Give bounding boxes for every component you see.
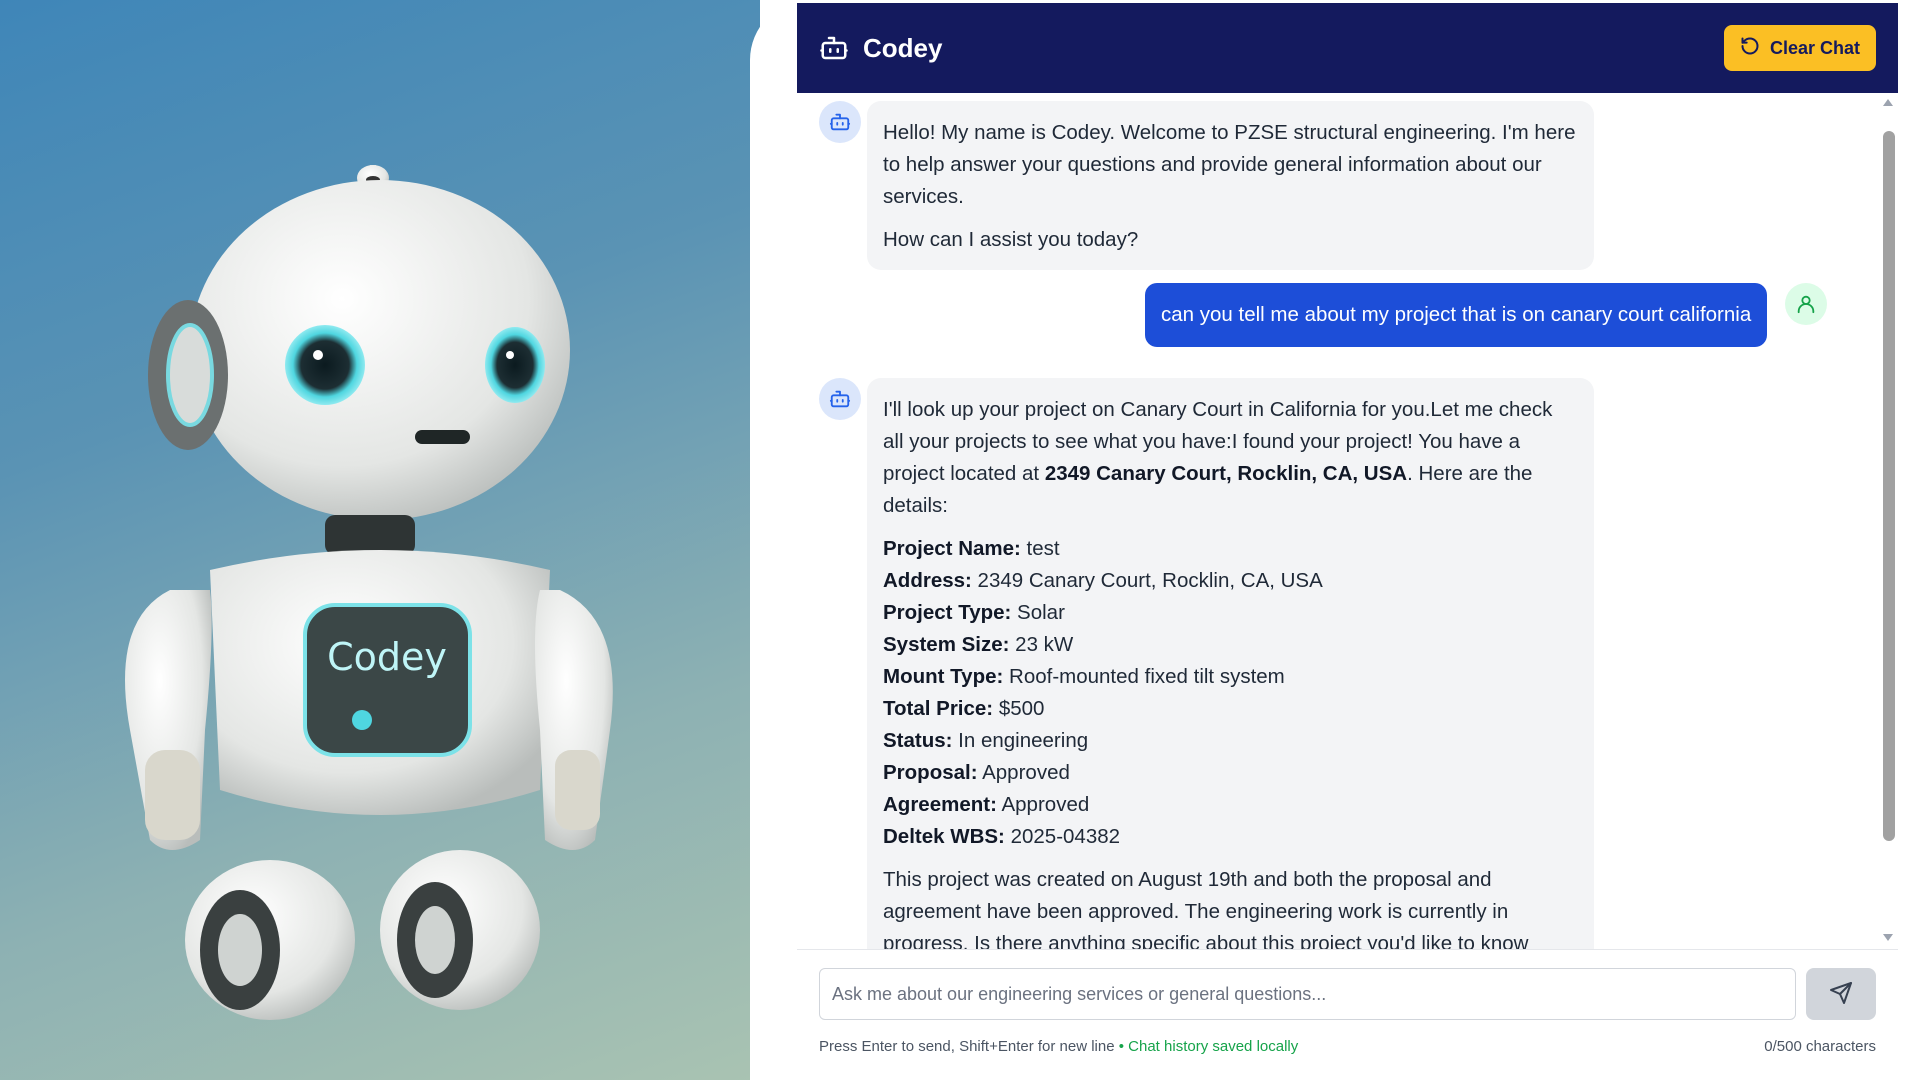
chat-title: Codey xyxy=(863,32,943,63)
keyboard-hint: Press Enter to send, Shift+Enter for new… xyxy=(819,1038,1299,1055)
send-icon xyxy=(1829,981,1853,1008)
character-counter: 0/500 characters xyxy=(1764,1038,1876,1055)
project-details: Project Name: test Address: 2349 Canary … xyxy=(883,533,1578,853)
scroll-down-icon[interactable] xyxy=(1883,934,1893,941)
user-bubble: can you tell me about my project that is… xyxy=(1145,283,1768,347)
robot-chest-label: Codey xyxy=(327,635,447,679)
input-row xyxy=(819,968,1876,1020)
detail-mount-type: Mount Type: Roof-mounted fixed tilt syst… xyxy=(883,665,1285,688)
saved-status: • Chat history saved locally xyxy=(1118,1038,1299,1055)
bot-bubble: Hello! My name is Codey. Welcome to PZSE… xyxy=(867,101,1594,270)
chat-header: Codey Clear Chat xyxy=(797,3,1898,93)
user-message: can you tell me about my project that is… xyxy=(1145,283,1828,347)
refresh-icon xyxy=(1740,36,1760,61)
chat-panel: Codey Clear Chat Hello! My name is Codey… xyxy=(797,3,1898,1080)
bot-bubble: I'll look up your project on Canary Cour… xyxy=(867,378,1594,950)
message-text: Hello! My name is Codey. Welcome to PZSE… xyxy=(883,121,1576,208)
clear-chat-label: Clear Chat xyxy=(1769,37,1860,58)
send-button[interactable] xyxy=(1806,968,1876,1020)
detail-total-price: Total Price: $500 xyxy=(883,697,1045,720)
detail-project-type: Project Type: Solar xyxy=(883,601,1065,624)
bot-message: Hello! My name is Codey. Welcome to PZSE… xyxy=(819,101,1594,270)
detail-deltek-wbs: Deltek WBS: 2025-04382 xyxy=(883,825,1121,848)
detail-proposal: Proposal: Approved xyxy=(883,761,1070,784)
brand: Codey xyxy=(819,33,942,64)
scrollbar[interactable] xyxy=(1880,93,1898,949)
bot-icon xyxy=(819,33,849,63)
hero-illustration: Codey xyxy=(0,0,760,1080)
bot-message: I'll look up your project on Canary Cour… xyxy=(819,378,1594,950)
scrollbar-thumb[interactable] xyxy=(1883,131,1895,841)
bot-avatar-icon xyxy=(819,101,861,143)
message-text: I'll look up your project on Canary Cour… xyxy=(883,398,1553,517)
detail-agreement: Agreement: Approved xyxy=(883,793,1090,816)
bot-avatar-icon xyxy=(819,378,861,420)
user-icon xyxy=(1785,283,1828,325)
message-input[interactable] xyxy=(819,968,1797,1020)
scroll-up-icon[interactable] xyxy=(1883,99,1893,106)
detail-system-size: System Size: 23 kW xyxy=(883,633,1074,656)
clear-chat-button[interactable]: Clear Chat xyxy=(1723,25,1876,71)
composer: Press Enter to send, Shift+Enter for new… xyxy=(797,950,1898,1055)
message-text: This project was created on August 19th … xyxy=(883,868,1529,950)
robot-illustration: Codey xyxy=(125,165,613,1020)
message-list[interactable]: Hello! My name is Codey. Welcome to PZSE… xyxy=(797,93,1898,950)
detail-status: Status: In engineering xyxy=(883,729,1089,752)
detail-project-name: Project Name: test xyxy=(883,537,1060,560)
message-text: How can I assist you today? xyxy=(883,228,1139,251)
composer-hints: Press Enter to send, Shift+Enter for new… xyxy=(819,1038,1876,1055)
detail-address: Address: 2349 Canary Court, Rocklin, CA,… xyxy=(883,569,1323,592)
